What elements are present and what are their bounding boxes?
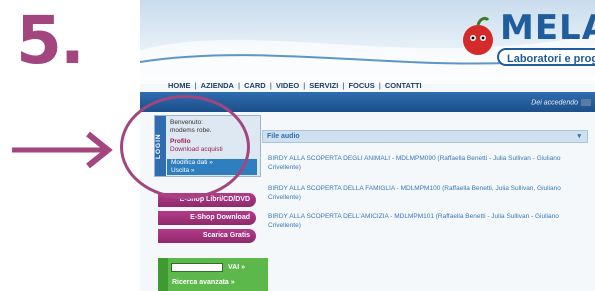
nav-servizi[interactable]: SERVIZI xyxy=(309,81,338,90)
nav-separator: | xyxy=(378,80,381,90)
apple-mascot-icon xyxy=(463,16,493,55)
language-label: Dei accedendo xyxy=(531,99,578,107)
language-flag-icon xyxy=(581,99,591,106)
search-panel: VAI » Ricerca avanzata » xyxy=(158,258,268,291)
search-tab xyxy=(158,258,168,291)
chevron-down-icon: ▾ xyxy=(577,133,581,140)
free-download-button[interactable]: Scarica Gratis xyxy=(158,229,256,243)
nav-card[interactable]: CARD xyxy=(244,81,266,90)
main-nav: HOME | AZIENDA | CARD | VIDEO | SERVIZI | FOC… xyxy=(168,78,595,92)
site-banner: MELA Laboratori e proge xyxy=(140,0,595,84)
nav-azienda[interactable]: AZIENDA xyxy=(201,81,234,90)
audio-file-link[interactable]: BIRDY ALLA SCOPERTA DEGLI ANIMALI - MDLM… xyxy=(268,154,584,172)
audio-file-link[interactable]: BIRDY ALLA SCOPERTA DELL'AMICIZIA - MDLM… xyxy=(268,212,584,230)
advanced-search-link[interactable]: Ricerca avanzata » xyxy=(172,279,235,286)
audio-file-link[interactable]: BIRDY ALLA SCOPERTA DELLA FAMIGLIA - MDL… xyxy=(268,184,584,202)
nav-focus[interactable]: FOCUS xyxy=(348,81,374,90)
nav-separator: | xyxy=(237,80,241,90)
nav-contatti[interactable]: CONTATTI xyxy=(385,81,422,90)
highlight-circle xyxy=(120,95,250,199)
site-tagline: Laboratori e proge xyxy=(497,48,595,66)
eshop-download-button[interactable]: E-Shop Download xyxy=(158,211,256,225)
search-go-button[interactable]: VAI » xyxy=(228,262,250,273)
nav-home[interactable]: HOME xyxy=(168,81,191,90)
nav-separator: | xyxy=(342,80,345,90)
nav-separator: | xyxy=(194,80,197,90)
arrow-right-icon xyxy=(12,131,113,169)
content-area: File audio ▾ BIRDY ALLA SCOPERTA DEGLI AN… xyxy=(262,130,588,240)
step-number: 5. xyxy=(16,2,85,79)
language-selector[interactable]: Dei accedendo xyxy=(531,99,591,106)
site-logo[interactable]: MELA xyxy=(500,8,595,48)
nav-separator: | xyxy=(269,80,272,90)
section-title: File audio xyxy=(267,133,300,140)
nav-separator: | xyxy=(303,80,306,90)
nav-video[interactable]: VIDEO xyxy=(276,81,299,90)
section-header[interactable]: File audio ▾ xyxy=(262,130,588,143)
search-input[interactable] xyxy=(171,263,223,272)
